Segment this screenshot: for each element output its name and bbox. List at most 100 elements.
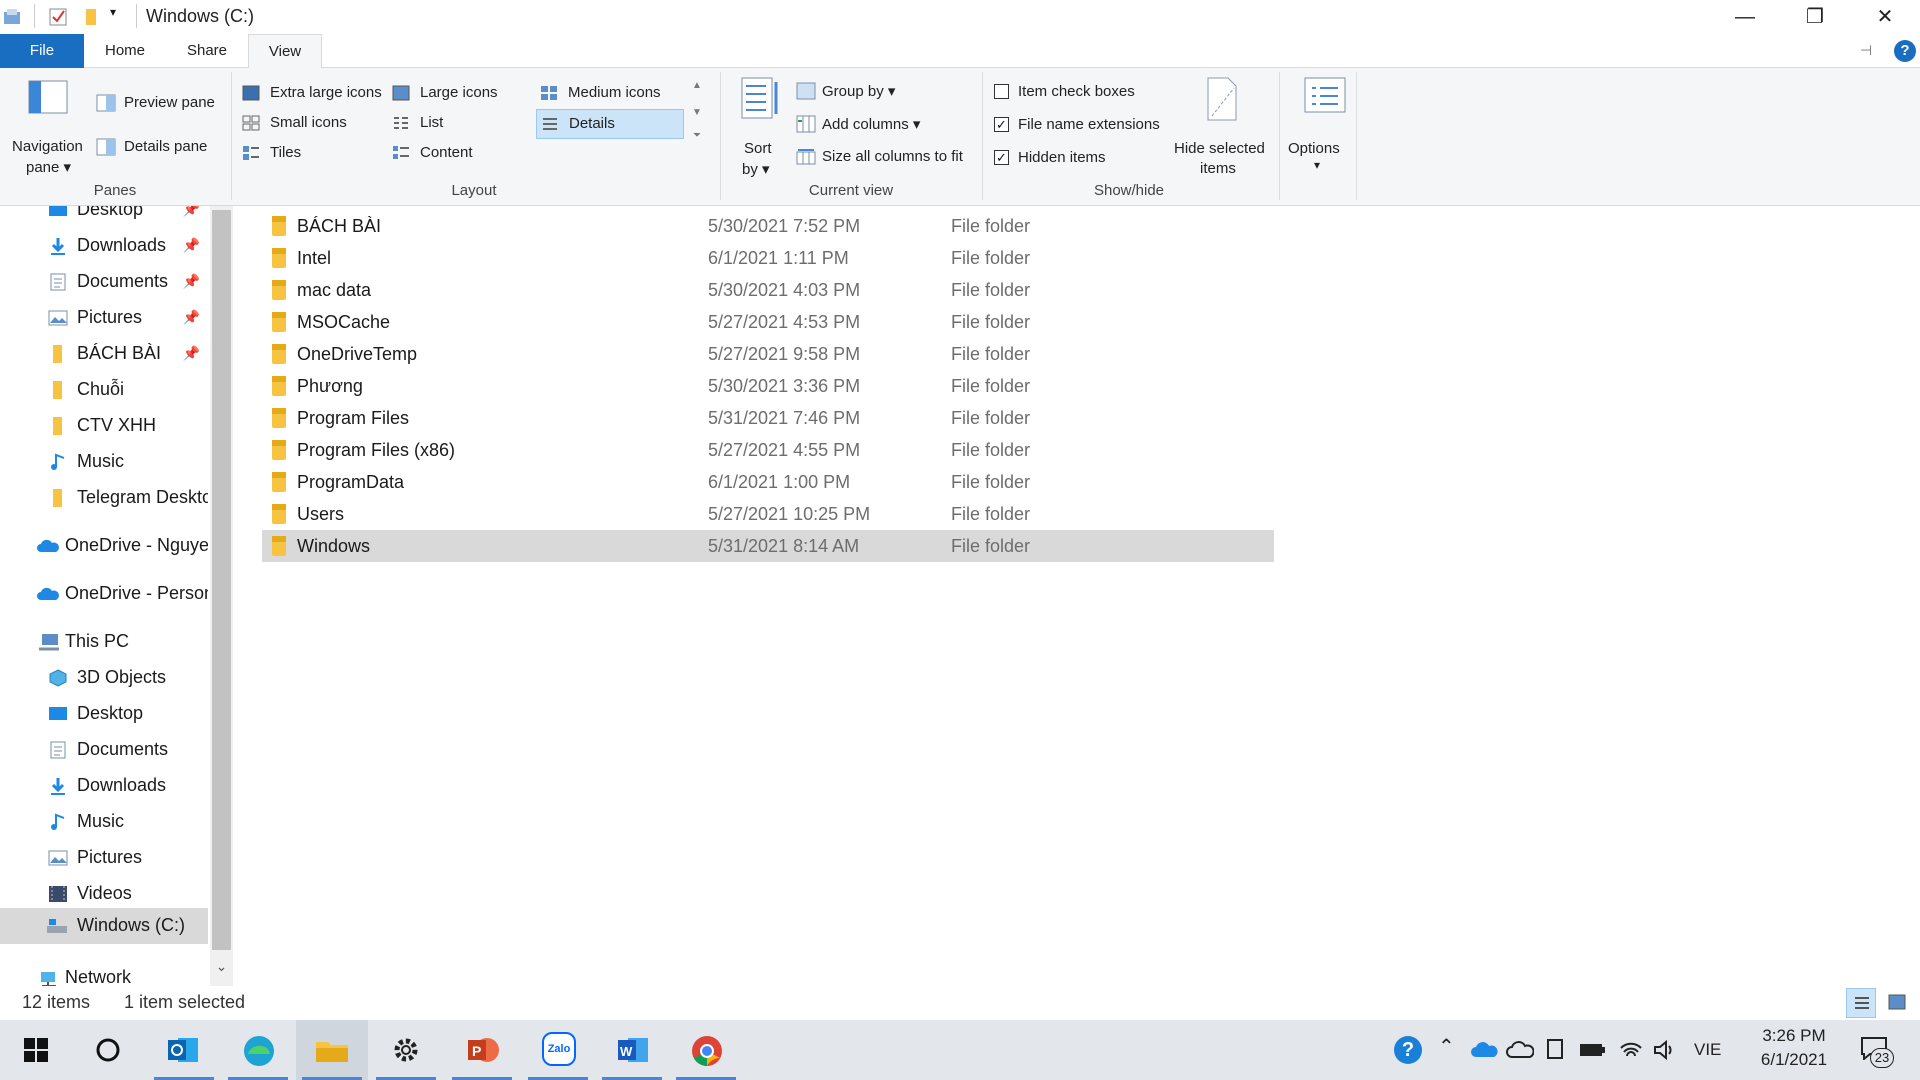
navigation-pane-button[interactable]: Navigation pane ▾ xyxy=(6,74,94,190)
small-icons-option[interactable]: Small icons xyxy=(240,112,388,136)
onedrive-tray-icon[interactable] xyxy=(1470,1040,1498,1060)
nav-item-desktop[interactable]: Desktop xyxy=(0,696,208,732)
tab-share[interactable]: Share xyxy=(170,34,244,68)
hide-selected-items-button[interactable]: Hide selected items xyxy=(1170,76,1270,186)
file-row[interactable]: OneDriveTemp 5/27/2021 9:58 PM File fold… xyxy=(262,338,1274,370)
nav-item-onedrive-nguyen[interactable]: OneDrive - Nguyen xyxy=(0,528,208,564)
nav-item-downloads-pinned[interactable]: Downloads 📌 xyxy=(0,228,208,264)
file-row[interactable]: mac data 5/30/2021 4:03 PM File folder xyxy=(262,274,1274,306)
taskbar-edge[interactable] xyxy=(222,1020,294,1080)
device-tray-icon[interactable] xyxy=(1544,1038,1566,1062)
details-pane-button[interactable]: Details pane xyxy=(96,136,222,160)
nav-scrollbar-thumb[interactable] xyxy=(212,210,231,950)
pin-icon[interactable]: 📌 xyxy=(183,345,200,362)
file-row[interactable]: ProgramData 6/1/2021 1:00 PM File folder xyxy=(262,466,1274,498)
action-center-button[interactable]: 23 xyxy=(1856,1034,1896,1070)
medium-icons-option[interactable]: Medium icons xyxy=(538,82,682,106)
nav-item-pictures-pinned[interactable]: Pictures 📌 xyxy=(0,300,208,336)
tab-home[interactable]: Home xyxy=(88,34,162,68)
wifi-icon[interactable] xyxy=(1618,1038,1644,1062)
file-row[interactable]: Program Files 5/31/2021 7:46 PM File fol… xyxy=(262,402,1274,434)
taskbar-powerpoint[interactable]: P xyxy=(446,1020,518,1080)
new-folder-icon[interactable] xyxy=(82,6,104,28)
pin-icon[interactable]: 📌 xyxy=(183,273,200,290)
details-view-button[interactable] xyxy=(1846,988,1876,1018)
nav-item-3d-objects[interactable]: 3D Objects xyxy=(0,660,208,696)
sort-by-button[interactable]: Sort by ▾ xyxy=(732,76,788,196)
help-icon[interactable]: ? xyxy=(1894,40,1916,62)
nav-item-videos[interactable]: Videos xyxy=(0,876,208,912)
file-row[interactable]: Program Files (x86) 5/27/2021 4:55 PM Fi… xyxy=(262,434,1274,466)
file-row[interactable]: Phương 5/30/2021 3:36 PM File folder xyxy=(262,370,1274,402)
language-indicator[interactable]: VIE xyxy=(1694,1040,1721,1060)
clock[interactable]: 3:26 PM 6/1/2021 xyxy=(1754,1026,1834,1074)
nav-item-desktop-pinned[interactable]: Desktop 📌 xyxy=(0,206,208,228)
file-row-selected[interactable]: Windows 5/31/2021 8:14 AM File folder xyxy=(262,530,1274,562)
nav-item-music-quick[interactable]: Music xyxy=(0,444,208,480)
hidden-items-checkbox[interactable]: ✓ xyxy=(994,150,1009,165)
large-icons-view-button[interactable] xyxy=(1882,988,1912,1018)
item-check-boxes-checkbox[interactable] xyxy=(994,84,1009,99)
nav-item-bach-bai[interactable]: BÁCH BÀI 📌 xyxy=(0,336,208,372)
nav-item-documents[interactable]: Documents xyxy=(0,732,208,768)
taskbar-file-explorer[interactable] xyxy=(296,1020,368,1080)
file-row[interactable]: MSOCache 5/27/2021 4:53 PM File folder xyxy=(262,306,1274,338)
nav-item-pictures[interactable]: Pictures xyxy=(0,840,208,876)
nav-item-ctv-xhh[interactable]: CTV XHH xyxy=(0,408,208,444)
nav-item-onedrive-personal[interactable]: OneDrive - Personal xyxy=(0,576,208,612)
scroll-up-icon[interactable]: ▲ xyxy=(688,80,706,91)
help-tray-icon[interactable]: ? xyxy=(1394,1036,1422,1064)
tab-file[interactable]: File xyxy=(0,34,84,68)
options-button[interactable]: Options ▾ xyxy=(1284,76,1366,196)
file-row[interactable]: Users 5/27/2021 10:25 PM File folder xyxy=(262,498,1274,530)
item-check-boxes-option[interactable]: Item check boxes xyxy=(992,81,1172,103)
onedrive-personal-tray-icon[interactable] xyxy=(1506,1040,1534,1060)
group-by-button[interactable]: Group by ▾ xyxy=(794,80,974,104)
gallery-more-icon[interactable]: ⏷ xyxy=(688,130,706,141)
large-icons-option[interactable]: Large icons xyxy=(390,82,530,106)
start-button[interactable] xyxy=(0,1020,72,1080)
restore-button[interactable]: ❐ xyxy=(1780,0,1850,34)
pin-ribbon-icon[interactable]: ⊣ xyxy=(1860,42,1872,59)
taskbar-chrome[interactable] xyxy=(670,1020,742,1080)
close-button[interactable]: ✕ xyxy=(1850,0,1920,34)
nav-item-downloads[interactable]: Downloads xyxy=(0,768,208,804)
minimize-button[interactable]: — xyxy=(1710,0,1780,34)
size-all-columns-button[interactable]: Size all columns to fit xyxy=(794,146,974,170)
nav-item-this-pc[interactable]: This PC xyxy=(0,624,208,660)
nav-item-network[interactable]: Network xyxy=(0,960,208,986)
nav-item-documents-pinned[interactable]: Documents 📌 xyxy=(0,264,208,300)
nav-item-telegram-desktop[interactable]: Telegram Desktop xyxy=(0,480,208,516)
taskbar-word[interactable]: W xyxy=(596,1020,668,1080)
nav-item-chuoi[interactable]: Chuỗi xyxy=(0,372,208,408)
tab-view[interactable]: View xyxy=(248,34,322,69)
scroll-down-icon[interactable]: ▼ xyxy=(688,107,706,118)
nav-scroll-down-icon[interactable]: ⌄ xyxy=(212,958,231,982)
customize-toolbar-icon[interactable]: ▾ xyxy=(110,5,116,19)
tiles-option[interactable]: Tiles xyxy=(240,142,388,166)
taskbar-zalo[interactable]: Zalo xyxy=(522,1020,594,1080)
list-option[interactable]: List xyxy=(390,112,530,136)
battery-icon[interactable] xyxy=(1578,1040,1606,1060)
nav-item-windows-c[interactable]: Windows (C:) xyxy=(0,908,208,944)
show-hidden-icons[interactable]: ⌃ xyxy=(1438,1034,1455,1059)
file-row[interactable]: Intel 6/1/2021 1:11 PM File folder xyxy=(262,242,1274,274)
details-option[interactable]: Details xyxy=(536,109,684,139)
properties-icon[interactable] xyxy=(48,6,70,28)
preview-pane-button[interactable]: Preview pane xyxy=(96,92,222,116)
volume-icon[interactable] xyxy=(1652,1038,1678,1062)
layout-gallery-scroll[interactable]: ▲ ▼ ⏷ xyxy=(688,80,706,170)
file-row[interactable]: BÁCH BÀI 5/30/2021 7:52 PM File folder xyxy=(262,210,1274,242)
taskbar-settings[interactable] xyxy=(370,1020,442,1080)
pin-icon[interactable]: 📌 xyxy=(183,206,200,218)
file-name-extensions-option[interactable]: ✓ File name extensions xyxy=(992,114,1172,136)
taskbar-outlook[interactable] xyxy=(148,1020,220,1080)
explorer-app-icon[interactable] xyxy=(2,6,24,28)
add-columns-button[interactable]: Add columns ▾ xyxy=(794,113,974,137)
nav-item-music[interactable]: Music xyxy=(0,804,208,840)
content-option[interactable]: Content xyxy=(390,142,530,166)
pin-icon[interactable]: 📌 xyxy=(183,237,200,254)
pin-icon[interactable]: 📌 xyxy=(183,309,200,326)
options-dropdown-icon[interactable]: ▾ xyxy=(1314,158,1320,172)
extra-large-icons-option[interactable]: Extra large icons xyxy=(240,82,388,106)
